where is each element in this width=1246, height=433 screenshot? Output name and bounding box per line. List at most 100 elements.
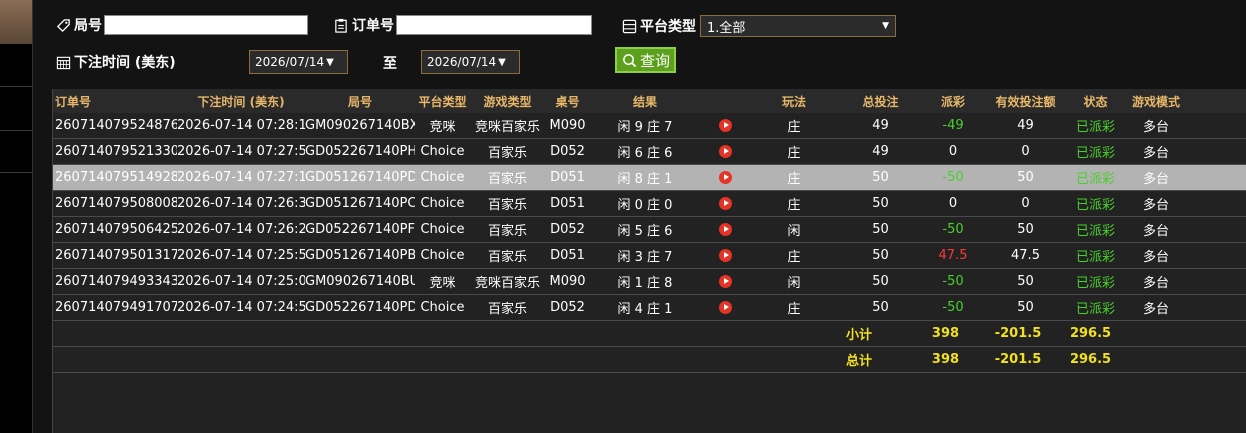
column-header: 局号 [347,94,372,109]
result-cell: 闲 6 庄 6 [617,146,673,161]
order-input[interactable] [396,15,592,35]
total-bet-cell: 50 [872,248,889,263]
platform-label: 平台类型 [640,19,696,35]
platform-select[interactable]: 1.全部 ▼ [700,15,896,37]
play-video-icon[interactable] [718,301,732,314]
total-bet-cell: 49 [872,144,889,159]
query-button[interactable]: 查询 [615,47,677,73]
table-row[interactable]: 260714079493343 2026-07-14 07:25:05 GM0902… [53,269,1246,295]
replay-cell[interactable] [700,118,750,133]
valid-bet-cell: 0 [1021,144,1030,159]
platform-cell: 竞咪 [429,276,456,291]
date-from-value: 2026/07/14 [255,55,325,69]
status-cell: 已派彩 [1075,198,1115,213]
result-cell: 闲 5 庄 6 [617,224,673,239]
table-number-cell: M090 [549,118,586,133]
platform-select-value: 1.全部 [707,20,746,36]
total-payout: -201.5 [994,352,1042,367]
sidebar-divider [0,172,32,173]
play-cell: 庄 [787,146,801,161]
table-row[interactable]: 260714079524876 2026-07-14 07:28:13 GM0902… [53,113,1246,139]
round-label: 局号 [74,18,102,34]
order-filter: 订单号 [333,15,592,35]
play-video-icon[interactable] [718,171,732,184]
status-cell: 已派彩 [1075,224,1115,239]
table-header: 订单号 下注时间 (美东) 局号 平台类型 游戏类型 桌号 结果 玩法 总投注 派彩 有效投注额 状态… [53,89,1246,113]
round-cell: GD052267140PF [305,222,415,237]
play-cell: 庄 [787,250,801,265]
table-number-cell: D051 [550,196,585,211]
play-video-icon[interactable] [718,145,732,158]
subtotal-payout: -201.5 [994,326,1042,341]
play-video-icon[interactable] [718,119,732,132]
replay-cell[interactable] [700,170,750,185]
platform-cell: Choice [420,222,465,237]
order-cell: 260714079506425 [55,222,177,237]
replay-cell[interactable] [700,144,750,159]
sidebar-divider [0,86,32,87]
date-to-picker[interactable]: 2026/07/14 ▼ [421,50,520,74]
round-input[interactable] [104,15,308,35]
game-type-cell: 百家乐 [487,224,527,239]
subtotal-label: 小计 [845,328,872,343]
play-cell: 闲 [787,276,801,291]
to-label: 至 [383,56,397,72]
replay-cell[interactable] [700,300,750,315]
table-row[interactable]: 260714079508008 2026-07-14 07:26:34 GD0512… [53,191,1246,217]
game-mode-cell: 多台 [1142,276,1169,291]
replay-cell[interactable] [700,222,750,237]
status-cell: 已派彩 [1075,172,1115,187]
column-header: 游戏类型 [483,94,532,109]
column-header: 结果 [632,94,657,109]
table-row[interactable]: 260714079491707 2026-07-14 07:24:56 GD0522… [53,295,1246,321]
result-cell: 闲 3 庄 7 [617,250,673,265]
payout-cell: -49 [942,118,964,133]
round-cell: GM090267140BX [305,118,415,133]
round-cell: GM090267140BU [305,274,415,289]
order-label: 订单号 [352,18,394,34]
replay-cell[interactable] [700,248,750,263]
valid-bet-cell: 47.5 [1011,248,1040,263]
platform-filter: 平台类型 1.全部 ▼ [621,15,896,37]
game-mode-cell: 多台 [1142,198,1169,213]
game-type-cell: 竞咪百家乐 [474,120,540,135]
table-row[interactable]: 260714079501317 2026-07-14 07:25:55 GD0512… [53,243,1246,269]
game-type-cell: 百家乐 [487,302,527,317]
order-cell: 260714079508008 [55,196,177,211]
dropdown-arrow-icon: ▼ [882,21,889,31]
total-bet-cell: 50 [872,196,889,211]
play-cell: 庄 [787,120,801,135]
date-from-picker[interactable]: 2026/07/14 ▼ [249,50,348,74]
total-row: 总计 398 -201.5 296.5 [53,347,1246,373]
table-row[interactable]: 260714079521330 2026-07-14 07:27:55 GD0522… [53,139,1246,165]
play-video-icon[interactable] [718,197,732,210]
platform-cell: Choice [420,196,465,211]
replay-cell[interactable] [700,196,750,211]
valid-bet-cell: 50 [1017,274,1034,289]
play-video-icon[interactable] [718,275,732,288]
replay-cell[interactable] [700,274,750,289]
payout-cell: -50 [942,274,964,289]
column-header: 总投注 [862,94,899,109]
game-mode-cell: 多台 [1142,146,1169,161]
table-body: 260714079524876 2026-07-14 07:28:13 GM0902… [53,113,1246,321]
round-cell: GD051267140PC [305,196,415,211]
play-video-icon[interactable] [718,249,732,262]
time-cell: 2026-07-14 07:28:13 [177,118,305,133]
game-mode-cell: 多台 [1142,250,1169,265]
table-row[interactable]: 260714079506425 2026-07-14 07:26:24 GD0522… [53,217,1246,243]
table-number-cell: D052 [550,144,585,159]
table-row[interactable]: 260714079514928 2026-07-14 07:27:16 GD0512… [53,165,1246,191]
column-header: 桌号 [555,94,580,109]
play-video-icon[interactable] [718,223,732,236]
status-cell: 已派彩 [1075,276,1115,291]
sidebar-divider [0,130,32,131]
game-type-cell: 百家乐 [487,198,527,213]
platform-cell: Choice [420,170,465,185]
time-cell: 2026-07-14 07:26:34 [177,196,305,211]
valid-bet-cell: 49 [1017,118,1034,133]
round-cell: GD052267140PH [305,144,415,159]
subtotal-row: 小计 398 -201.5 296.5 [53,321,1246,347]
valid-bet-cell: 50 [1017,222,1034,237]
order-cell: 260714079501317 [55,248,177,263]
